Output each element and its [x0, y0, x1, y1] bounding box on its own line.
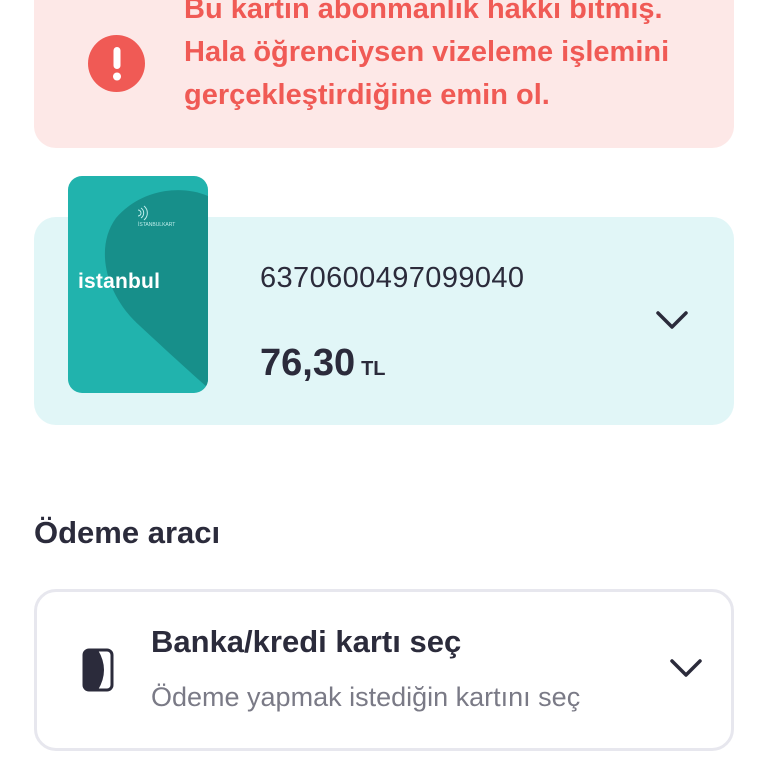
balance-amount: 76,30 — [260, 342, 356, 384]
payment-title: Banka/kredi kartı seç — [151, 624, 462, 659]
chevron-down-icon[interactable] — [654, 308, 690, 332]
payment-subtitle: Ödeme yapmak istediğin kartını seç — [151, 682, 581, 712]
wallet-icon — [82, 648, 114, 692]
screen: Bu kartın abonmanlık hakkı bitmiş. Hala … — [0, 0, 768, 768]
card-small-text: İSTANBULKART — [138, 222, 176, 228]
istanbulkart-card-image: İSTANBULKART istanbul — [68, 176, 208, 393]
card-brand-logo: istanbul — [78, 270, 161, 293]
balance-currency: TL — [361, 358, 386, 380]
exclamation-icon — [88, 35, 145, 92]
payment-section-title: Ödeme aracı — [34, 515, 221, 550]
card-number: 6370600497099040 — [260, 262, 525, 294]
payment-method-selector[interactable] — [34, 589, 734, 751]
chevron-down-icon[interactable] — [668, 656, 704, 680]
alert-message: Bu kartın abonmanlık hakkı bitmiş. Hala … — [184, 0, 670, 111]
card-balance: 76,30 TL — [260, 342, 386, 385]
